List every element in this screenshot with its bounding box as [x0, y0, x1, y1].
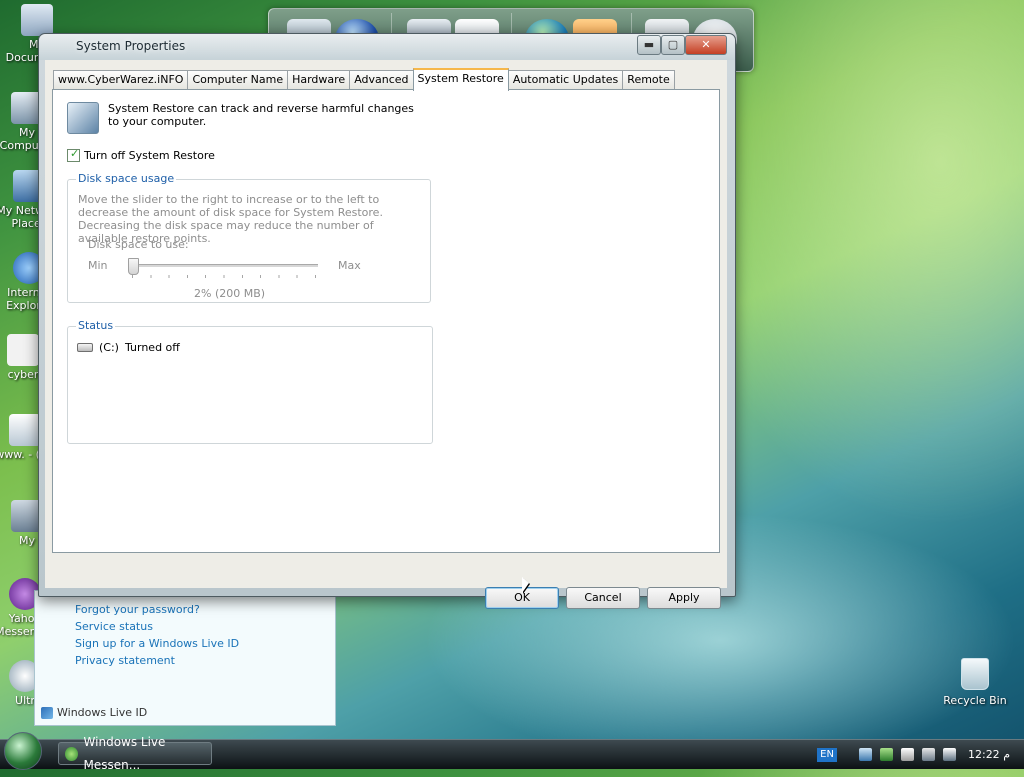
title-bar[interactable]: System Properties ▬ ▢ ✕ — [39, 34, 735, 60]
window-title: System Properties — [76, 39, 186, 53]
tab-remote[interactable]: Remote — [622, 70, 675, 89]
system-properties-window: System Properties ▬ ▢ ✕ www.CyberWarez.i… — [38, 33, 736, 609]
slider-max-label: Max — [338, 259, 361, 272]
desktop-icon-label: My — [18, 534, 35, 547]
close-button[interactable]: ✕ — [685, 35, 727, 55]
tab-strip: www.CyberWarez.iNFO Computer Name Hardwa… — [53, 68, 675, 91]
shield-tray-icon[interactable] — [879, 748, 893, 761]
messenger-icon — [65, 746, 78, 761]
slider-label: Disk space to use: — [88, 238, 189, 251]
file-icon — [7, 334, 39, 366]
slider-thumb[interactable] — [128, 258, 139, 275]
system-restore-panel: System Restore can track and reverse har… — [52, 89, 720, 553]
privacy-statement-link[interactable]: Privacy statement — [75, 654, 175, 667]
disk-space-slider[interactable] — [128, 258, 320, 278]
language-indicator[interactable]: EN — [817, 747, 837, 762]
clock[interactable]: 12:22 م — [968, 748, 1010, 761]
disk-space-group: Disk space usage Move the slider to the … — [67, 172, 431, 303]
drive-icon — [77, 343, 93, 352]
service-status-link[interactable]: Service status — [75, 620, 153, 633]
desktop-icon-label: cyber — [7, 368, 39, 381]
recycle-bin-icon — [961, 658, 989, 690]
desktop-icon-recycle-bin[interactable]: Recycle Bin — [940, 658, 1010, 707]
tab-computer-name[interactable]: Computer Name — [187, 70, 289, 89]
dialog-client-area: www.CyberWarez.iNFO Computer Name Hardwa… — [45, 60, 727, 609]
checkmark-icon: ✓ — [70, 147, 80, 160]
maximize-button[interactable]: ▢ — [661, 35, 685, 55]
taskbar-button-label: Windows Live Messen... — [83, 734, 166, 772]
windows-live-icon — [41, 706, 53, 719]
cancel-button[interactable]: Cancel — [566, 587, 640, 609]
volume-tray-icon[interactable] — [921, 748, 935, 761]
turn-off-checkbox[interactable]: ✓ — [67, 147, 80, 162]
live-id-footer: Windows Live ID — [41, 706, 147, 719]
taskbar-button-messenger[interactable]: Windows Live Messen... — [58, 735, 212, 772]
drive-status-row: (C:) Turned off — [77, 341, 180, 354]
windows-live-id-window: Forgot your password? Service status Sig… — [34, 590, 336, 726]
system-tray: EN 12:22 م — [817, 740, 1024, 769]
live-id-footer-label: Windows Live ID — [57, 706, 148, 719]
intro-text: System Restore can track and reverse har… — [108, 102, 414, 128]
tab-advanced[interactable]: Advanced — [349, 70, 414, 89]
power-tray-icon[interactable] — [900, 748, 914, 761]
recycle-bin-label: Recycle Bin — [943, 694, 1007, 707]
turn-off-label: Turn off System Restore — [84, 149, 215, 162]
slider-track — [128, 264, 318, 267]
disk-space-group-title: Disk space usage — [76, 172, 177, 185]
taskbar: Windows Live Messen... EN 12:22 م — [0, 732, 1024, 772]
forgot-password-link[interactable]: Forgot your password? — [75, 603, 200, 616]
apply-button[interactable]: Apply — [647, 587, 721, 609]
folder-icon — [21, 4, 53, 36]
sign-up-link[interactable]: Sign up for a Windows Live ID — [75, 637, 239, 650]
display-tray-icon[interactable] — [942, 748, 956, 761]
tab-cyberwarez[interactable]: www.CyberWarez.iNFO — [53, 70, 189, 89]
status-group: Status (C:) Turned off — [67, 319, 433, 444]
slider-ticks — [132, 275, 316, 278]
turn-off-checkbox-row[interactable]: ✓ Turn off System Restore — [67, 147, 215, 162]
network-tray-icon[interactable] — [858, 748, 872, 761]
minimize-button[interactable]: ▬ — [637, 35, 661, 55]
tab-hardware[interactable]: Hardware — [287, 70, 351, 89]
mouse-cursor-icon — [522, 577, 529, 593]
tab-system-restore[interactable]: System Restore — [412, 68, 509, 91]
drive-letter: (C:) — [99, 341, 119, 354]
drive-state: Turned off — [124, 341, 180, 354]
shortcut-icon — [9, 414, 41, 446]
system-restore-icon — [67, 102, 99, 134]
tab-automatic-updates[interactable]: Automatic Updates — [507, 70, 624, 89]
start-button[interactable] — [4, 732, 42, 770]
status-group-title: Status — [76, 319, 116, 332]
slider-value-text: 2% (200 MB) — [194, 287, 266, 300]
slider-min-label: Min — [88, 259, 108, 272]
desktop-icon-label: Ultr — [15, 694, 35, 707]
